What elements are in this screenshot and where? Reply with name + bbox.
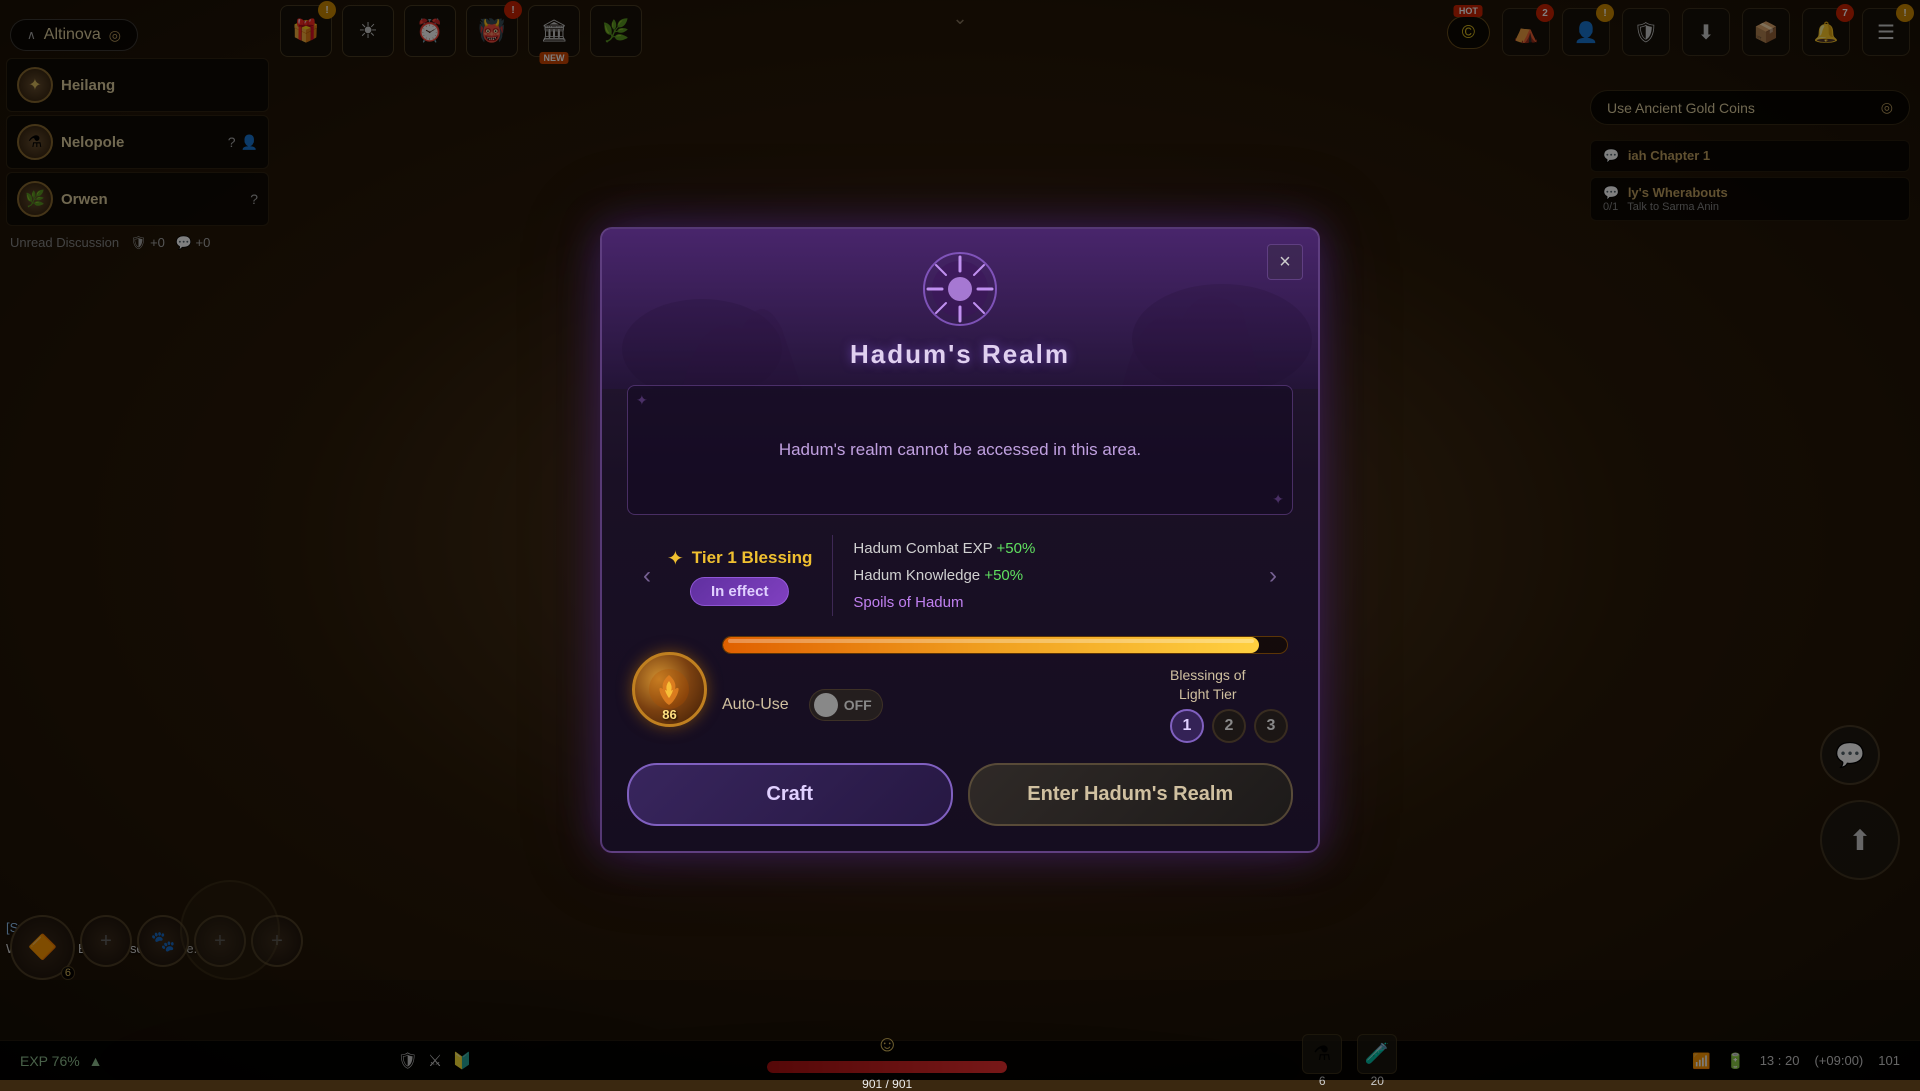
- info-text: Hadum's realm cannot be accessed in this…: [779, 440, 1141, 460]
- spoils-label: Spoils of Hadum: [853, 594, 963, 611]
- blessing-prev-btn[interactable]: ‹: [627, 551, 667, 601]
- knowledge-value: +50%: [984, 567, 1023, 584]
- progress-bar: [722, 636, 1288, 654]
- blessing-section: ‹ ✦ Tier 1 Blessing In effect Hadum Comb…: [627, 535, 1293, 616]
- toggle-btn[interactable]: OFF: [809, 689, 883, 721]
- progress-fill: [723, 637, 1259, 653]
- tier-2-btn[interactable]: 2: [1212, 709, 1246, 743]
- item-level: 86: [662, 707, 676, 722]
- modal-body: Hadum's realm cannot be accessed in this…: [602, 385, 1318, 850]
- blessing-stats: Hadum Combat EXP +50% Hadum Knowledge +5…: [832, 535, 1253, 616]
- auto-use-label: Auto-Use: [722, 696, 789, 714]
- stat-knowledge: Hadum Knowledge +50%: [853, 562, 1253, 589]
- in-effect-badge: In effect: [690, 577, 790, 606]
- blessing-next-btn[interactable]: ›: [1253, 551, 1293, 601]
- tier-numbers: 1 2 3: [1170, 709, 1288, 743]
- tier-title: Blessings ofLight Tier: [1170, 666, 1245, 702]
- tier-1-btn[interactable]: 1: [1170, 709, 1204, 743]
- right-arrow-icon: ›: [1269, 562, 1277, 590]
- modal-buttons: Craft Enter Hadum's Realm: [627, 763, 1293, 826]
- craft-button[interactable]: Craft: [627, 763, 953, 826]
- tier-3-btn[interactable]: 3: [1254, 709, 1288, 743]
- item-section: 86 Auto-Use OFF Blessing: [627, 636, 1293, 742]
- left-arrow-icon: ‹: [643, 562, 651, 590]
- blessing-name-area: ✦ Tier 1 Blessing: [667, 546, 812, 571]
- info-box: Hadum's realm cannot be accessed in this…: [627, 385, 1293, 515]
- toggle-circle: [814, 693, 838, 717]
- combat-exp-label: Hadum Combat EXP: [853, 540, 996, 557]
- close-button[interactable]: ×: [1267, 244, 1303, 280]
- modal-overlay: × Hadum's Realm Hadum's realm cannot be …: [0, 0, 1920, 1080]
- enter-realm-button[interactable]: Enter Hadum's Realm: [968, 763, 1294, 826]
- close-icon: ×: [1279, 251, 1291, 274]
- progress-controls: Auto-Use OFF Blessings ofLight Tier 1 2: [722, 666, 1288, 742]
- knowledge-label: Hadum Knowledge: [853, 567, 984, 584]
- modal-title: Hadum's Realm: [602, 339, 1318, 370]
- blessings-tier: Blessings ofLight Tier 1 2 3: [1170, 666, 1288, 742]
- item-icon: 86: [632, 652, 707, 727]
- tier-label: Tier 1 Blessing: [692, 548, 813, 568]
- stat-spoils: Spoils of Hadum: [853, 589, 1253, 616]
- modal-title-area: Hadum's Realm: [602, 229, 1318, 385]
- blessing-left: ✦ Tier 1 Blessing In effect: [667, 546, 812, 606]
- blessing-center: ✦ Tier 1 Blessing In effect Hadum Combat…: [667, 535, 1253, 616]
- stat-combat-exp: Hadum Combat EXP +50%: [853, 535, 1253, 562]
- item-progress-area: Auto-Use OFF Blessings ofLight Tier 1 2: [722, 636, 1288, 742]
- toggle-state: OFF: [844, 697, 872, 713]
- combat-exp-value: +50%: [997, 540, 1036, 557]
- hadum-modal: × Hadum's Realm Hadum's realm cannot be …: [600, 227, 1320, 852]
- blessing-sun-icon: ✦: [667, 546, 684, 571]
